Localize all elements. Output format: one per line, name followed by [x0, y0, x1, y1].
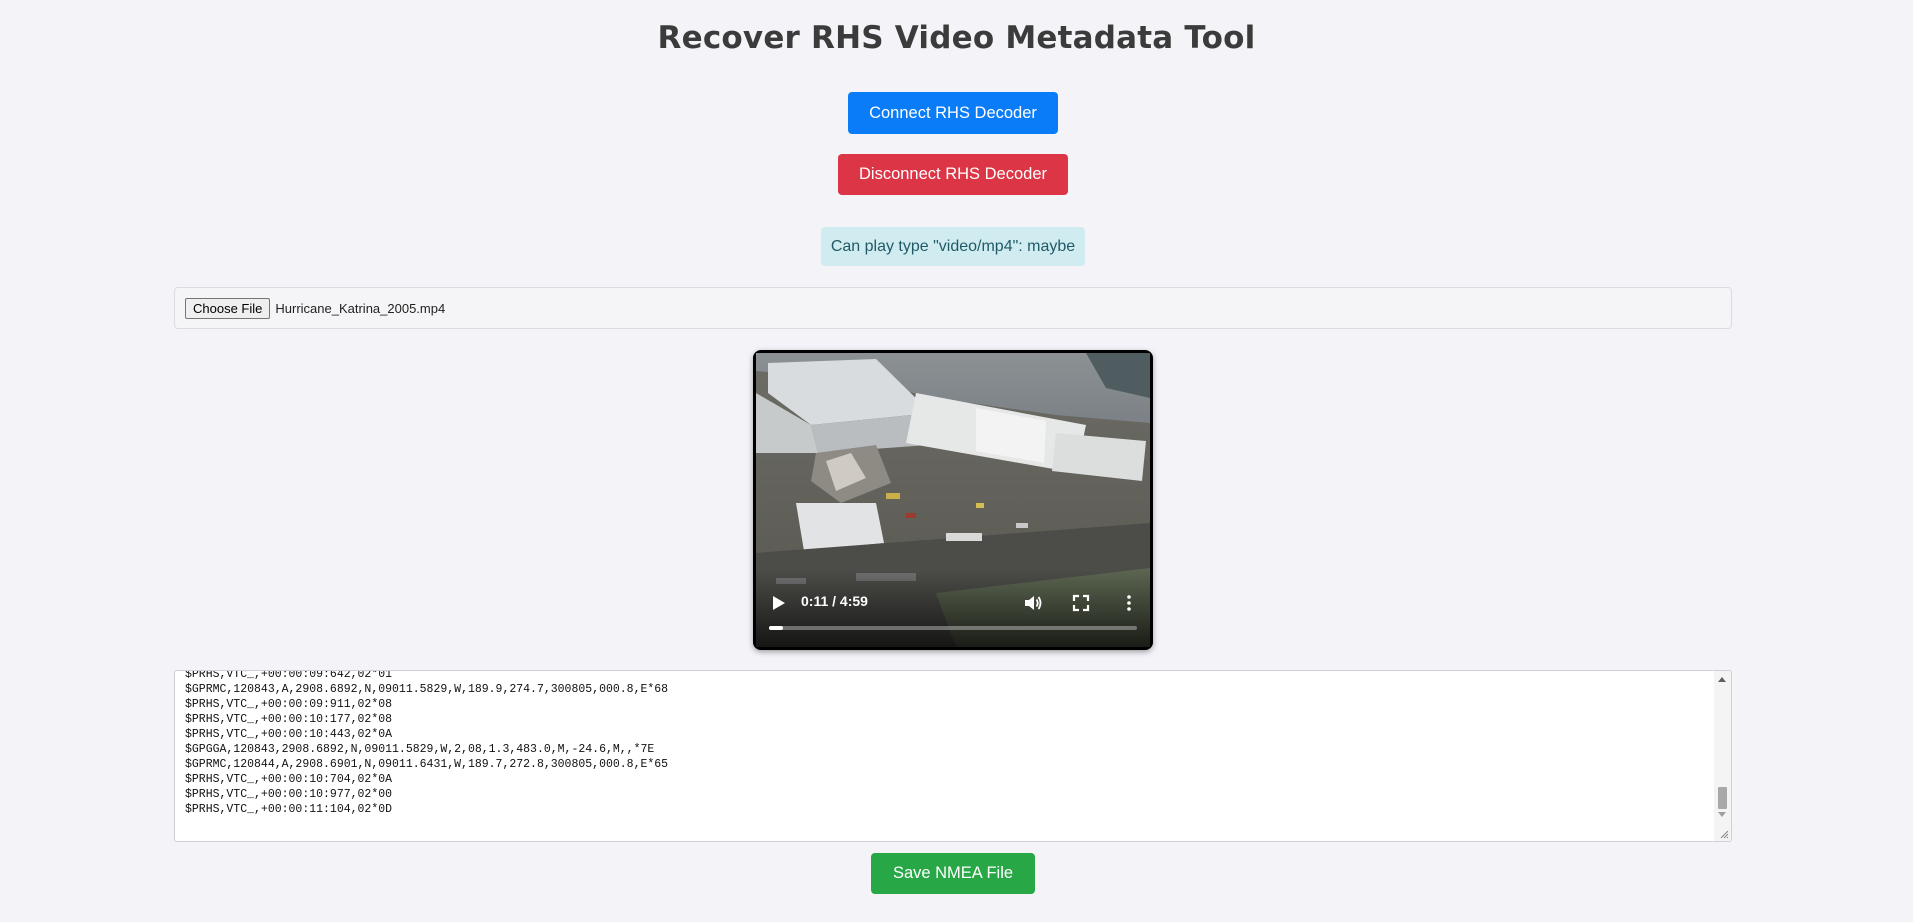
volume-icon[interactable]	[1023, 593, 1043, 613]
video-player[interactable]: 0:11 / 4:59	[753, 350, 1153, 650]
status-message: Can play type "video/mp4": maybe	[821, 227, 1085, 266]
page-title: Recover RHS Video Metadata Tool	[657, 20, 1256, 56]
connect-decoder-button[interactable]: Connect RHS Decoder	[848, 92, 1058, 134]
video-time: 0:11 / 4:59	[801, 593, 868, 609]
file-input-row: Choose File Hurricane_Katrina_2005.mp4	[174, 287, 1732, 329]
video-progress-bar[interactable]	[769, 626, 1137, 630]
disconnect-decoder-button[interactable]: Disconnect RHS Decoder	[838, 154, 1068, 195]
scroll-down-arrow-icon[interactable]	[1718, 812, 1726, 817]
controls-overlay	[753, 570, 1153, 650]
video-progress-fill	[769, 626, 783, 630]
log-scrollbar[interactable]	[1714, 671, 1731, 841]
choose-file-button[interactable]: Choose File	[185, 297, 271, 319]
status-text: Can play type "video/mp4": maybe	[830, 237, 1076, 255]
play-icon[interactable]	[769, 594, 787, 612]
save-nmea-file-button[interactable]: Save NMEA File	[871, 853, 1035, 894]
scroll-up-arrow-icon[interactable]	[1718, 677, 1726, 682]
more-options-icon[interactable]	[1119, 593, 1139, 613]
scroll-thumb[interactable]	[1718, 787, 1727, 809]
fullscreen-icon[interactable]	[1071, 593, 1091, 613]
selected-file-name: Hurricane_Katrina_2005.mp4	[275, 300, 446, 316]
resize-grip-icon[interactable]	[1719, 829, 1729, 839]
nmea-log-textarea[interactable]: $PRHS,VTC_,+00:00:09:642,02*01 $GPRMC,12…	[174, 670, 1732, 842]
nmea-log-text: $PRHS,VTC_,+00:00:09:642,02*01 $GPRMC,12…	[185, 670, 669, 816]
